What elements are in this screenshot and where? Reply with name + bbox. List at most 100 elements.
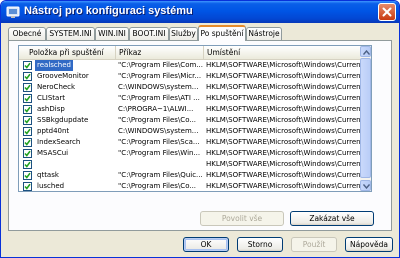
checkmark-icon xyxy=(24,117,31,124)
startup-item-checkbox[interactable] xyxy=(23,171,32,180)
checkmark-icon xyxy=(24,161,31,168)
column-header-location[interactable]: Umístění xyxy=(204,46,369,59)
startup-list[interactable]: Položka při spuštění Příkaz Umístění rea… xyxy=(18,45,370,192)
column-header-item[interactable]: Položka při spuštění xyxy=(19,46,116,59)
startup-item-checkbox[interactable] xyxy=(23,83,32,92)
startup-row[interactable]: SSBkgdupdate "C:\Program Files\Co... HKLM\… xyxy=(19,115,369,126)
startup-row[interactable]: NeroCheck C:\WINDOWS\system... HKLM\SOFTWA… xyxy=(19,82,369,93)
startup-item-location: HKLM\SOFTWARE\Microsoft\Windows\CurrentV… xyxy=(206,116,368,124)
window-title: Nástroj pro konfiguraci systému xyxy=(24,5,193,17)
startup-row[interactable]: qttask "C:\Program Files\Quic... HKLM\SOFT… xyxy=(19,170,369,181)
startup-item-command: "C:\Program Files\Co... xyxy=(118,116,197,124)
startup-item-name: lusched xyxy=(37,182,65,190)
chevron-up-icon xyxy=(363,50,370,55)
startup-item-location: HKLM\SOFTWARE\Microsoft\Windows\CurrentV… xyxy=(206,138,368,146)
startup-item-name: pptd40nt xyxy=(37,127,70,135)
startup-item-checkbox[interactable] xyxy=(23,116,32,125)
disable-all-button[interactable]: Zakázat vše xyxy=(290,211,374,226)
checkmark-icon xyxy=(24,172,31,179)
list-scrollbar[interactable] xyxy=(360,45,372,192)
startup-item-command: C:\PROGRA~1\ALWI... xyxy=(118,105,194,113)
startup-item-location: HKLM\SOFTWARE\Microsoft\Windows\CurrentV… xyxy=(206,149,368,157)
startup-item-location: HKLM\SOFTWARE\Microsoft\Windows\CurrentV… xyxy=(206,61,368,69)
checkmark-icon xyxy=(24,150,31,157)
tab-boot-ini[interactable]: BOOT.INI xyxy=(129,27,169,40)
ok-button[interactable]: OK xyxy=(183,237,229,252)
checkmark-icon xyxy=(24,128,31,135)
startup-row[interactable]: GrooveMonitor "C:\Program Files\Micr... HK… xyxy=(19,71,369,82)
checkmark-icon xyxy=(24,62,31,69)
startup-item-name: ashDisp xyxy=(37,105,65,113)
title-bar[interactable]: Nástroj pro konfiguraci systému xyxy=(1,1,399,23)
startup-item-checkbox[interactable] xyxy=(23,61,32,70)
startup-row[interactable]: lusched "C:\Program Files\Co... HKLM\SOFTW… xyxy=(19,181,369,191)
startup-item-command: "C:\Program Files\Micr... xyxy=(118,72,202,80)
startup-item-command: C:\WINDOWS\system... xyxy=(118,127,199,135)
apply-button[interactable]: Použít xyxy=(291,237,337,252)
tab-win-ini[interactable]: WIN.INI xyxy=(95,27,129,40)
startup-row[interactable]: HKLM\SOFTWARE\Microsoft\Windows\CurrentV… xyxy=(19,159,369,170)
startup-item-checkbox[interactable] xyxy=(23,160,32,169)
startup-item-name: GrooveMonitor xyxy=(37,72,89,80)
startup-item-name: CLIStart xyxy=(37,94,65,102)
startup-item-location: HKLM\SOFTWARE\Microsoft\Windows\CurrentV… xyxy=(206,105,368,113)
scroll-thumb[interactable] xyxy=(360,58,371,178)
cancel-button[interactable]: Storno xyxy=(237,237,283,252)
startup-item-name xyxy=(35,159,113,170)
startup-row[interactable]: MSASCui "C:\Program Files\Win... HKLM\SOFT… xyxy=(19,148,369,159)
startup-row[interactable]: ashDisp C:\PROGRA~1\ALWI... HKLM\SOFTWARE\… xyxy=(19,104,369,115)
startup-item-name: MSASCui xyxy=(37,149,69,157)
checkmark-icon xyxy=(24,84,31,91)
checkmark-icon xyxy=(24,139,31,146)
startup-item-checkbox[interactable] xyxy=(23,138,32,147)
startup-item-location: HKLM\SOFTWARE\Microsoft\Windows\CurrentV… xyxy=(206,171,368,179)
tab-general[interactable]: Obecné xyxy=(8,27,46,40)
startup-item-checkbox[interactable] xyxy=(23,149,32,158)
startup-item-name: IndexSearch xyxy=(37,138,81,146)
scroll-up-button[interactable] xyxy=(360,46,371,57)
startup-item-command xyxy=(118,159,204,170)
msconfig-window: Nástroj pro konfiguraci systému Obecné S… xyxy=(0,0,400,258)
startup-item-command: C:\WINDOWS\system... xyxy=(118,83,199,91)
close-icon xyxy=(382,7,392,17)
startup-item-location: HKLM\SOFTWARE\Microsoft\Windows\CurrentV… xyxy=(206,72,368,80)
help-button[interactable]: Nápověda xyxy=(345,237,393,252)
scroll-down-button[interactable] xyxy=(360,180,371,191)
chevron-down-icon xyxy=(363,184,370,189)
startup-item-location: HKLM\SOFTWARE\Microsoft\Windows\CurrentV… xyxy=(206,83,368,91)
tab-services[interactable]: Služby xyxy=(169,27,198,40)
startup-item-location: HKLM\SOFTWARE\Microsoft\Windows\CurrentV… xyxy=(206,94,368,102)
startup-panel: Položka při spuštění Příkaz Umístění rea… xyxy=(8,40,392,231)
column-header-command[interactable]: Příkaz xyxy=(116,46,204,59)
startup-item-name: qttask xyxy=(37,171,59,179)
startup-row[interactable]: IndexSearch "C:\Program Files\Sca... HKLM\… xyxy=(19,137,369,148)
startup-item-name: realsched xyxy=(35,60,73,71)
tab-tools[interactable]: Nástroje xyxy=(246,27,282,40)
msconfig-icon xyxy=(6,5,20,19)
checkmark-icon xyxy=(24,95,31,102)
startup-item-checkbox[interactable] xyxy=(23,127,32,136)
startup-row[interactable]: CLIStart "C:\Program Files\ATI ... HKLM\SO… xyxy=(19,93,369,104)
startup-item-checkbox[interactable] xyxy=(23,72,32,81)
startup-item-command: "C:\Program Files\Win... xyxy=(118,149,201,157)
startup-item-command: "C:\Program Files\Co... xyxy=(118,182,197,190)
startup-row[interactable]: realsched "C:\Program Files\Com... HKLM\SO… xyxy=(19,60,369,71)
checkmark-icon xyxy=(24,73,31,80)
list-header: Položka při spuštění Příkaz Umístění xyxy=(19,46,369,60)
enable-all-button[interactable]: Povolit vše xyxy=(200,211,284,226)
checkmark-icon xyxy=(24,183,31,190)
startup-item-command: "C:\Program Files\Com... xyxy=(118,61,203,69)
startup-item-location: HKLM\SOFTWARE\Microsoft\Windows\CurrentV… xyxy=(206,127,368,135)
startup-item-name: SSBkgdupdate xyxy=(37,116,89,124)
checkmark-icon xyxy=(24,106,31,113)
startup-item-command: "C:\Program Files\ATI ... xyxy=(118,94,200,102)
tab-startup[interactable]: Po spuštění xyxy=(198,25,246,41)
startup-item-location: HKLM\SOFTWARE\Microsoft\Windows\CurrentV… xyxy=(206,182,368,190)
startup-item-checkbox[interactable] xyxy=(23,182,32,191)
startup-item-checkbox[interactable] xyxy=(23,94,32,103)
tab-system-ini[interactable]: SYSTEM.INI xyxy=(46,27,95,40)
startup-item-name: NeroCheck xyxy=(37,83,76,91)
startup-row[interactable]: pptd40nt C:\WINDOWS\system... HKLM\SOFTWAR… xyxy=(19,126,369,137)
close-button[interactable] xyxy=(378,3,396,21)
startup-item-checkbox[interactable] xyxy=(23,105,32,114)
